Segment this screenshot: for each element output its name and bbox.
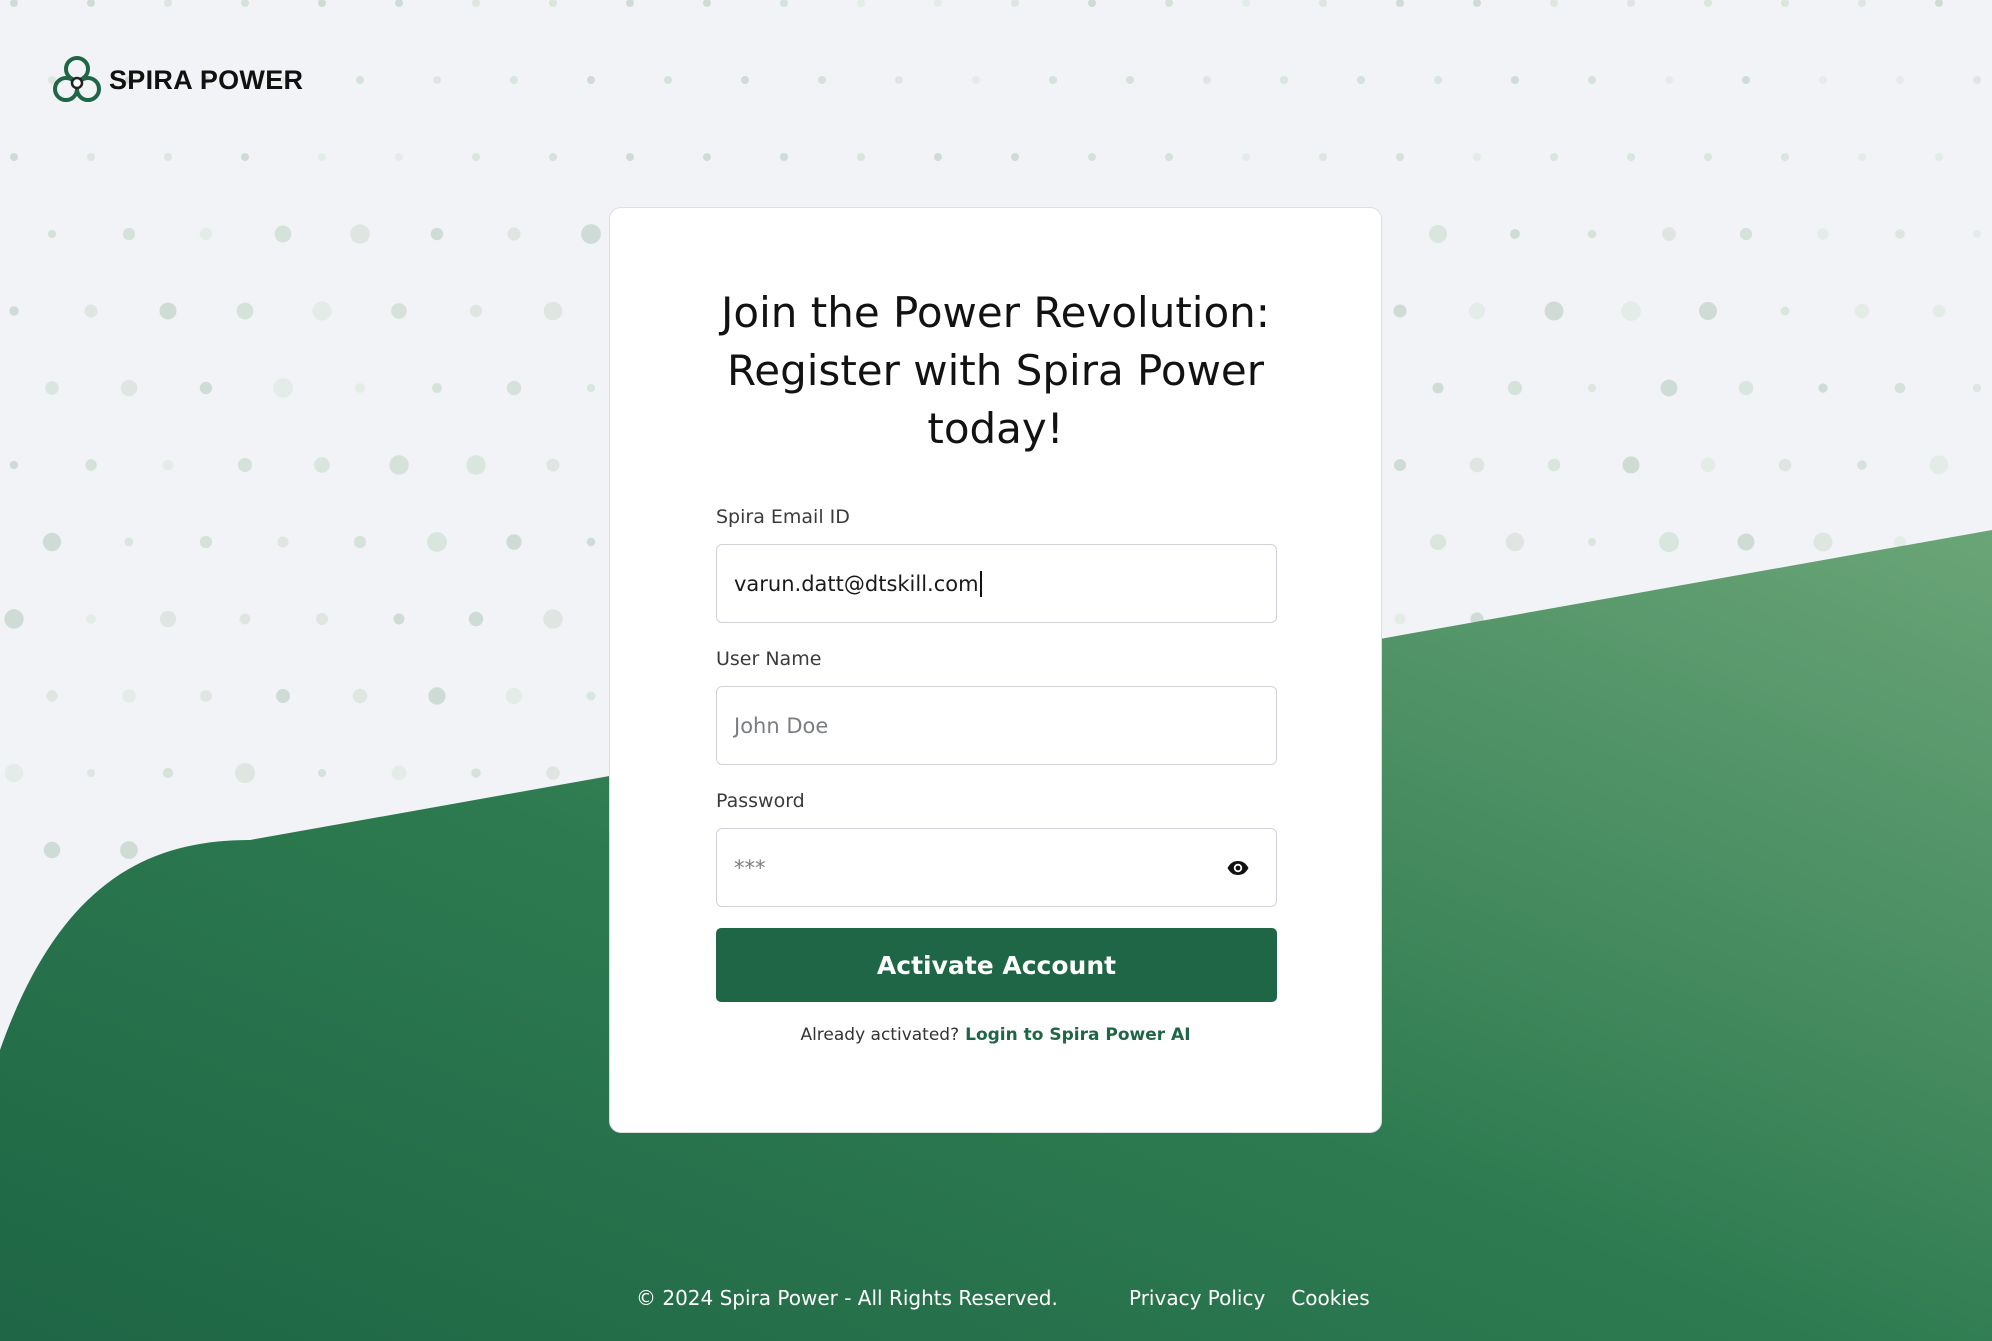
footer-copyright: © 2024 Spira Power - All Rights Reserved…	[636, 1286, 1058, 1310]
login-link[interactable]: Login to Spira Power AI	[965, 1025, 1190, 1045]
register-card: Join the Power Revolution: Register with…	[609, 207, 1382, 1133]
email-field[interactable]: varun.datt@dtskill.com	[716, 544, 1277, 623]
login-prompt-row: Already activated? Login to Spira Power A…	[610, 1025, 1381, 1045]
password-label: Password	[716, 790, 805, 812]
text-caret	[979, 570, 982, 597]
title-line-1: Join the Power Revolution:	[721, 288, 1270, 337]
spira-logo-icon	[53, 56, 101, 102]
title-line-2: Register with Spira Power	[726, 346, 1265, 395]
email-value: varun.datt@dtskill.com	[734, 571, 979, 596]
username-label: User Name	[716, 648, 822, 670]
username-field[interactable]: John Doe	[716, 686, 1277, 765]
footer-links: Privacy Policy Cookies	[1129, 1286, 1370, 1310]
password-value: ***	[734, 855, 766, 880]
login-prompt-text: Already activated?	[800, 1025, 960, 1045]
page-title: Join the Power Revolution: Register with…	[610, 284, 1381, 458]
activate-account-button[interactable]: Activate Account	[716, 928, 1277, 1002]
username-placeholder: John Doe	[734, 713, 829, 738]
title-line-3: today!	[927, 404, 1064, 453]
privacy-policy-link[interactable]: Privacy Policy	[1129, 1286, 1265, 1310]
cookies-link[interactable]: Cookies	[1291, 1286, 1369, 1310]
brand-logo[interactable]: SPIRA POWER	[51, 53, 303, 107]
eye-icon[interactable]	[1226, 856, 1250, 880]
password-field[interactable]: ***	[716, 828, 1277, 907]
brand-name: SPIRA POWER	[109, 64, 304, 95]
email-label: Spira Email ID	[716, 506, 850, 528]
